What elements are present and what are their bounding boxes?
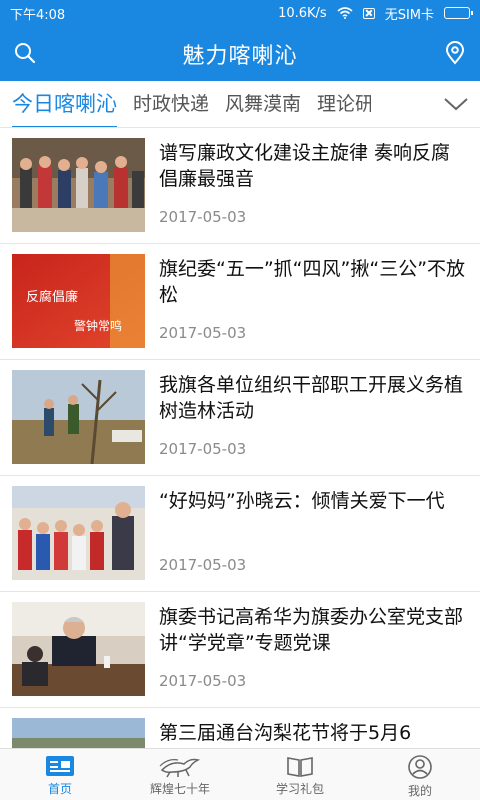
app-screen: 下午4:08 10.6K/s 无SIM卡 魅力喀喇沁 今日喀喇沁 时政快递 风舞…	[0, 0, 480, 800]
news-date: 2017-05-03	[159, 324, 247, 342]
thumb-caption-1: 反腐倡廉	[26, 289, 78, 305]
news-title: 我旗各单位组织干部职工开展义务植树造林活动	[159, 374, 464, 422]
page-title: 魅力喀喇沁	[182, 43, 298, 69]
news-thumbnail: 反腐倡廉 警钟常鸣	[12, 254, 145, 348]
status-time: 下午4:08	[10, 7, 66, 23]
news-title: “好妈妈”孙晓云：倾情关爱下一代	[159, 490, 445, 512]
bottom-nav: 首页 辉煌七十年 学习礼包 我的	[0, 748, 480, 800]
nav-mine[interactable]: 我的	[360, 749, 480, 800]
sim-status: 无SIM卡	[384, 7, 434, 23]
news-date: 2017-05-03	[159, 672, 247, 690]
news-title: 旗纪委“五一”抓“四风”揪“三公”不放松	[159, 258, 466, 306]
tab-today-karaqin[interactable]: 今日喀喇沁	[0, 81, 125, 127]
search-button[interactable]	[8, 36, 42, 70]
news-thumbnail	[12, 370, 145, 464]
tab-news-express[interactable]: 时政快递	[125, 81, 217, 127]
news-item[interactable]: 旗委书记高希华为旗委办公室党支部讲“学党章”专题党课 2017-05-03	[0, 592, 480, 708]
news-list: 谱写廉政文化建设主旋律 奏响反腐倡廉最强音 2017-05-03 反腐倡廉 警钟…	[0, 128, 480, 748]
news-item[interactable]: 谱写廉政文化建设主旋律 奏响反腐倡廉最强音 2017-05-03	[0, 128, 480, 244]
news-thumbnail	[12, 486, 145, 580]
nav-seventy-years[interactable]: 辉煌七十年	[120, 749, 240, 800]
nav-seventy-years-label: 辉煌七十年	[149, 782, 210, 796]
tab-wind-dance[interactable]: 风舞漠南	[217, 81, 309, 127]
news-home-icon	[46, 756, 74, 776]
location-button[interactable]	[438, 36, 472, 70]
battery-icon	[444, 7, 473, 19]
news-item[interactable]: 第三届通台沟梨花节将于5月6	[0, 708, 480, 748]
news-title: 第三届通台沟梨花节将于5月6	[159, 722, 412, 744]
nav-home-label: 首页	[47, 782, 72, 796]
nav-home[interactable]: 首页	[0, 749, 120, 800]
nav-study-pack-label: 学习礼包	[275, 782, 324, 796]
open-book-icon	[287, 757, 313, 777]
wifi-icon	[337, 7, 353, 19]
nav-mine-label: 我的	[407, 784, 432, 798]
location-pin-icon	[445, 41, 465, 65]
news-item[interactable]: 反腐倡廉 警钟常鸣 旗纪委“五一”抓“四风”揪“三公”不放松 2017-05-0…	[0, 244, 480, 360]
category-tabs: 今日喀喇沁 时政快递 风舞漠南 理论研究	[0, 81, 480, 128]
tab-theory[interactable]: 理论研究	[309, 81, 371, 127]
user-circle-icon	[408, 755, 432, 779]
app-header: 魅力喀喇沁	[0, 26, 480, 81]
news-date: 2017-05-03	[159, 208, 247, 226]
news-thumbnail	[12, 138, 145, 232]
network-speed: 10.6K/s	[278, 5, 327, 21]
news-item[interactable]: “好妈妈”孙晓云：倾情关爱下一代 2017-05-03	[0, 476, 480, 592]
news-thumbnail	[12, 602, 145, 696]
nav-study-pack[interactable]: 学习礼包	[240, 749, 360, 800]
news-date: 2017-05-03	[159, 556, 247, 574]
thumb-caption-2: 警钟常鸣	[74, 318, 122, 333]
news-title: 旗委书记高希华为旗委办公室党支部讲“学党章”专题党课	[159, 606, 464, 654]
tabs-more-button[interactable]	[432, 81, 480, 127]
chevron-down-icon	[444, 98, 468, 111]
news-title: 谱写廉政文化建设主旋律 奏响反腐倡廉最强音	[159, 142, 451, 190]
status-indicators: 10.6K/s 无SIM卡	[278, 4, 473, 23]
news-thumbnail	[12, 718, 145, 748]
no-sim-icon	[362, 7, 375, 19]
news-item[interactable]: 我旗各单位组织干部职工开展义务植树造林活动 2017-05-03	[0, 360, 480, 476]
status-bar: 下午4:08 10.6K/s 无SIM卡	[0, 0, 480, 26]
news-date: 2017-05-03	[159, 440, 247, 458]
search-icon	[15, 43, 36, 64]
horse-emblem-icon	[159, 758, 201, 778]
